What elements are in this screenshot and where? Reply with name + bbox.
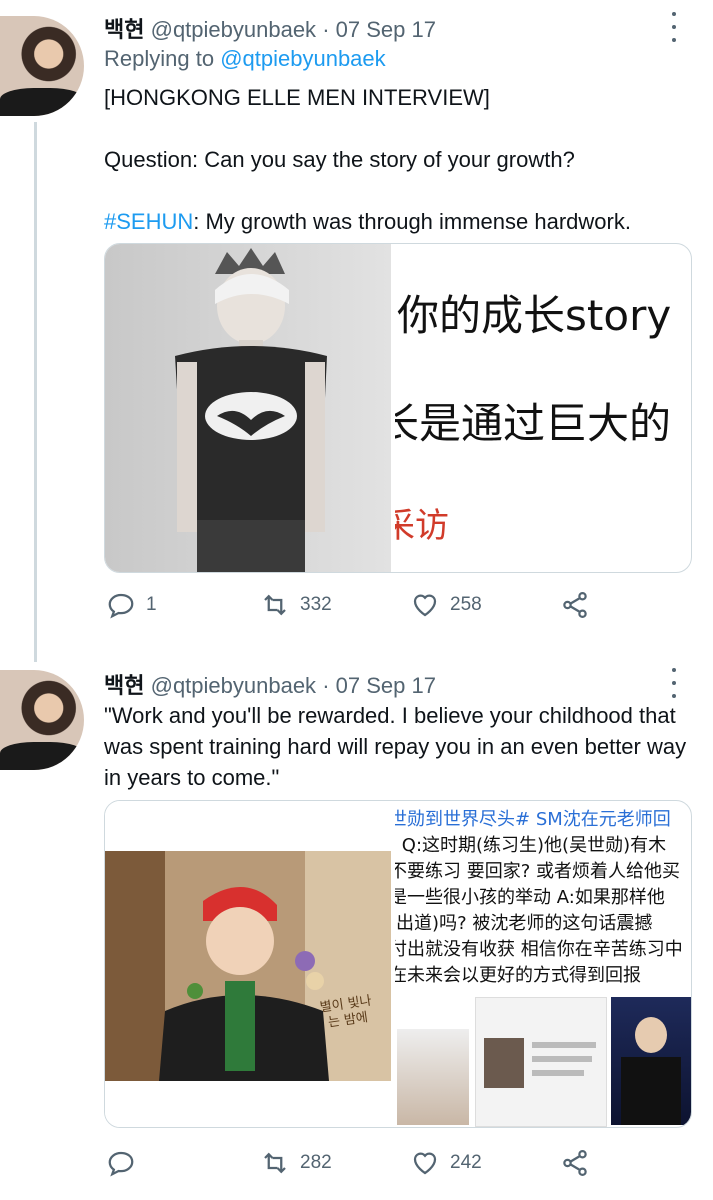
answer-text: : My growth was through immense hardwork… [193, 209, 631, 234]
image-caption-line-3: 采访 [395, 506, 450, 546]
tweet-actions: 1 332 258 [104, 590, 694, 630]
retweet-count: 332 [300, 594, 332, 615]
reply-count: 1 [146, 594, 157, 615]
heart-icon [413, 1152, 437, 1175]
avatar[interactable] [0, 670, 84, 770]
caption-line-1: 世勋到世界尽头# SM沈在元老师回 [391, 809, 671, 830]
retweet-icon [264, 1152, 286, 1174]
more-options-icon[interactable] [666, 668, 682, 698]
caption-line-6: 付出就没有收获 相信你在辛苦练习中 [391, 939, 683, 960]
like-count: 258 [450, 594, 482, 615]
share-icon [563, 592, 587, 618]
person-photo [175, 248, 327, 572]
image-caption-line-2: 长是通过巨大的 [391, 399, 672, 448]
media-text-right[interactable]: 世勋到世界尽头# SM沈在元老师回 ] Q:这时期(练习生)他(吴世勋)有木 不… [391, 801, 691, 1127]
tweet-media[interactable]: 별이 빛나는 밤에 世勋到世界尽头# SM沈在元老师回 ] Q:这时期(练习生)… [104, 800, 692, 1128]
tweet-text: [HONGKONG ELLE MEN INTERVIEW] Question: … [104, 82, 694, 237]
image-caption-block: 世勋到世界尽头# SM沈在元老师回 ] Q:这时期(练习生)他(吴世勋)有木 不… [391, 807, 683, 989]
media-photo-left[interactable]: 별이 빛나는 밤에 [105, 801, 392, 1127]
tweet-text: "Work and you'll be rewarded. I believe … [104, 703, 687, 790]
tweet-actions: 282 242 [104, 1148, 694, 1188]
retweet-icon [264, 594, 286, 616]
collage-thumb-1 [397, 1029, 470, 1125]
tweet-header: 백현 @qtpiebyunbaek · 07 Sep 17 [104, 668, 436, 700]
tweet-header: 백현 @qtpiebyunbaek · 07 Sep 17 [104, 12, 436, 44]
retweet-button[interactable]: 282 [260, 1148, 332, 1178]
retweet-count: 282 [300, 1152, 332, 1173]
separator: · [322, 673, 330, 698]
display-name[interactable]: 백현 [104, 17, 144, 42]
reply-button[interactable] [106, 1148, 146, 1178]
reply-button[interactable]: 1 [106, 590, 157, 620]
tweet-line-question: Question: Can you say the story of your … [104, 147, 575, 172]
tweet-2: 백현 @qtpiebyunbaek · 07 Sep 17 "Work and … [0, 660, 713, 1200]
media-photo-left[interactable] [105, 244, 392, 572]
caption-line-3: 不要练习 要回家? 或者烦着人给他买 [391, 861, 681, 882]
heart-icon [413, 594, 437, 617]
image-caption-line-1: 你的成长story [397, 291, 672, 340]
reply-icon [108, 1151, 134, 1177]
avatar[interactable] [0, 16, 84, 116]
collage-thumb-2 [475, 997, 608, 1127]
like-count: 242 [450, 1152, 482, 1173]
reply-icon [108, 593, 134, 619]
tweet-media[interactable]: 你的成长story 长是通过巨大的 采访 [104, 243, 692, 573]
like-button[interactable]: 258 [410, 590, 482, 620]
caption-line-5: (出道)吗? 被沈老师的这句话震撼 [391, 913, 653, 934]
person-photo [105, 851, 392, 1081]
retweet-button[interactable]: 332 [260, 590, 332, 620]
replying-handle-link[interactable]: @qtpiebyunbaek [220, 46, 385, 71]
more-options-icon[interactable] [666, 12, 682, 42]
tweet-line-answer: #SEHUN: My growth was through immense ha… [104, 206, 694, 237]
share-button[interactable] [560, 1148, 590, 1178]
replying-to: Replying to @qtpiebyunbaek [104, 46, 386, 72]
tweet-line-title: [HONGKONG ELLE MEN INTERVIEW] [104, 85, 490, 110]
share-button[interactable] [560, 590, 590, 620]
caption-line-4: 是一些很小孩的举动 A:如果那样他 [391, 887, 665, 908]
avatar-shirt [0, 88, 84, 116]
replying-prefix: Replying to [104, 46, 215, 71]
timestamp[interactable]: 07 Sep 17 [336, 673, 436, 698]
caption-line-7: 在未来会以更好的方式得到回报 [391, 965, 642, 986]
collage-thumb-3 [611, 997, 691, 1125]
tweet-1: 백현 @qtpiebyunbaek · 07 Sep 17 Replying t… [0, 0, 713, 650]
media-text-right[interactable]: 你的成长story 长是通过巨大的 采访 [391, 244, 691, 572]
share-icon [563, 1150, 587, 1176]
display-name[interactable]: 백현 [104, 673, 144, 698]
like-button[interactable]: 242 [410, 1148, 482, 1178]
separator: · [322, 17, 330, 42]
avatar-shirt [0, 742, 84, 770]
hashtag-link[interactable]: #SEHUN [104, 209, 193, 234]
caption-line-2: ] Q:这时期(练习生)他(吴世勋)有木 [391, 835, 667, 856]
handle[interactable]: @qtpiebyunbaek [151, 673, 316, 698]
timestamp[interactable]: 07 Sep 17 [336, 17, 436, 42]
handle[interactable]: @qtpiebyunbaek [151, 17, 316, 42]
